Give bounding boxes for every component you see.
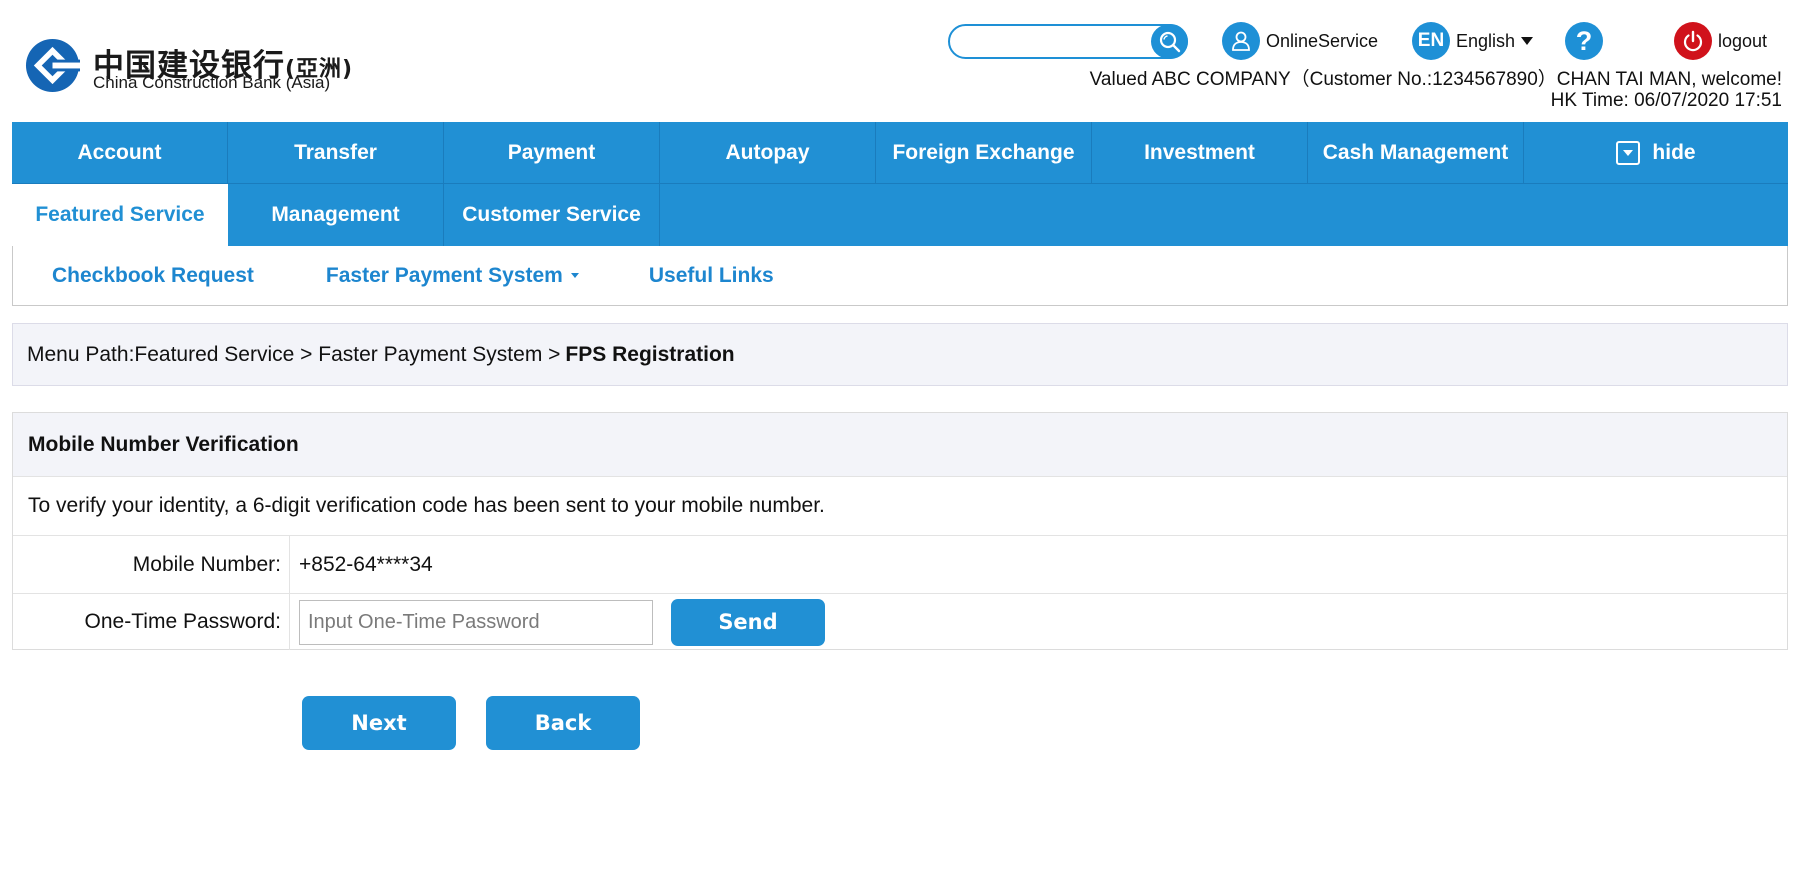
online-service-label: OnlineService [1266,30,1379,51]
subnav-item-label: Faster Payment System [325,263,563,287]
panel-title: Mobile Number Verification [13,413,1787,477]
subnav-item-faster-payment-system[interactable]: Faster Payment System [326,264,579,288]
mobile-number-label: Mobile Number: [13,536,290,593]
search-button[interactable] [1151,24,1188,59]
nav-item-featured-service[interactable]: Featured Service [12,184,228,246]
breadcrumb: Menu Path:Featured Service > Faster Paym… [12,323,1788,386]
language-label: English [1456,30,1516,51]
nav-item-foreign-exchange[interactable]: Foreign Exchange [876,122,1092,184]
main-nav: Account Transfer Payment Autopay Foreign… [12,122,1788,246]
next-button[interactable]: Next [302,696,456,750]
language-selector[interactable]: EN English [1412,22,1534,60]
sub-nav: Checkbook Request Faster Payment System … [12,246,1788,306]
mobile-number-value: +852-64****34 [299,552,433,576]
nav-item-management[interactable]: Management [228,184,444,246]
nav-item-transfer[interactable]: Transfer [228,122,444,184]
nav-item-autopay[interactable]: Autopay [660,122,876,184]
chevron-down-icon [1521,37,1534,45]
online-service-link[interactable]: OnlineService [1222,22,1378,60]
nav-item-payment[interactable]: Payment [444,122,660,184]
ccb-logo-icon [25,38,80,93]
breadcrumb-current: FPS Registration [565,342,735,366]
user-icon [1222,22,1260,60]
nav-hide-toggle[interactable]: hide [1524,122,1788,184]
chevron-down-icon [570,273,579,278]
language-badge: EN [1412,22,1450,60]
otp-input[interactable] [299,599,653,645]
collapse-icon [1616,140,1641,165]
verification-note: To verify your identity, a 6-digit verif… [13,477,1787,536]
nav-item-investment[interactable]: Investment [1092,122,1308,184]
otp-label: One-Time Password: [13,594,290,650]
subnav-item-checkbook-request[interactable]: Checkbook Request [52,264,254,288]
mobile-number-row: Mobile Number: +852-64****34 [13,536,1787,594]
otp-row: One-Time Password: Send [13,594,1787,650]
nav-hide-label: hide [1652,140,1696,164]
subnav-item-useful-links[interactable]: Useful Links [649,264,774,288]
hk-time: HK Time: 06/07/2020 17:51 [1550,90,1782,111]
breadcrumb-path: Menu Path:Featured Service > Faster Paym… [27,342,561,366]
main-nav-row-2: Featured Service Management Customer Ser… [12,184,660,246]
back-button[interactable]: Back [486,696,640,750]
search-box [948,24,1188,59]
nav-item-account[interactable]: Account [12,122,228,184]
logout-label: logout [1718,30,1768,51]
bank-logo[interactable]: 中国建设银行(亞洲) China Construction Bank (Asia… [25,38,425,98]
header: 中国建设银行(亞洲) China Construction Bank (Asia… [0,0,1800,122]
help-link[interactable]: ? [1565,22,1603,60]
send-button[interactable]: Send [671,598,825,646]
power-icon [1674,22,1712,60]
logout-link[interactable]: logout [1674,22,1767,60]
nav-item-customer-service[interactable]: Customer Service [444,184,660,246]
verification-panel: Mobile Number Verification To verify you… [12,412,1788,650]
search-icon [1159,31,1180,52]
nav-item-cash-management[interactable]: Cash Management [1308,122,1524,184]
welcome-message: Valued ABC COMPANY（Customer No.:12345678… [1089,69,1782,90]
main-nav-row-1: Account Transfer Payment Autopay Foreign… [12,122,1788,184]
bank-name-english: China Construction Bank (Asia) [93,73,331,92]
search-input[interactable] [964,31,1144,53]
help-icon: ? [1565,22,1603,60]
